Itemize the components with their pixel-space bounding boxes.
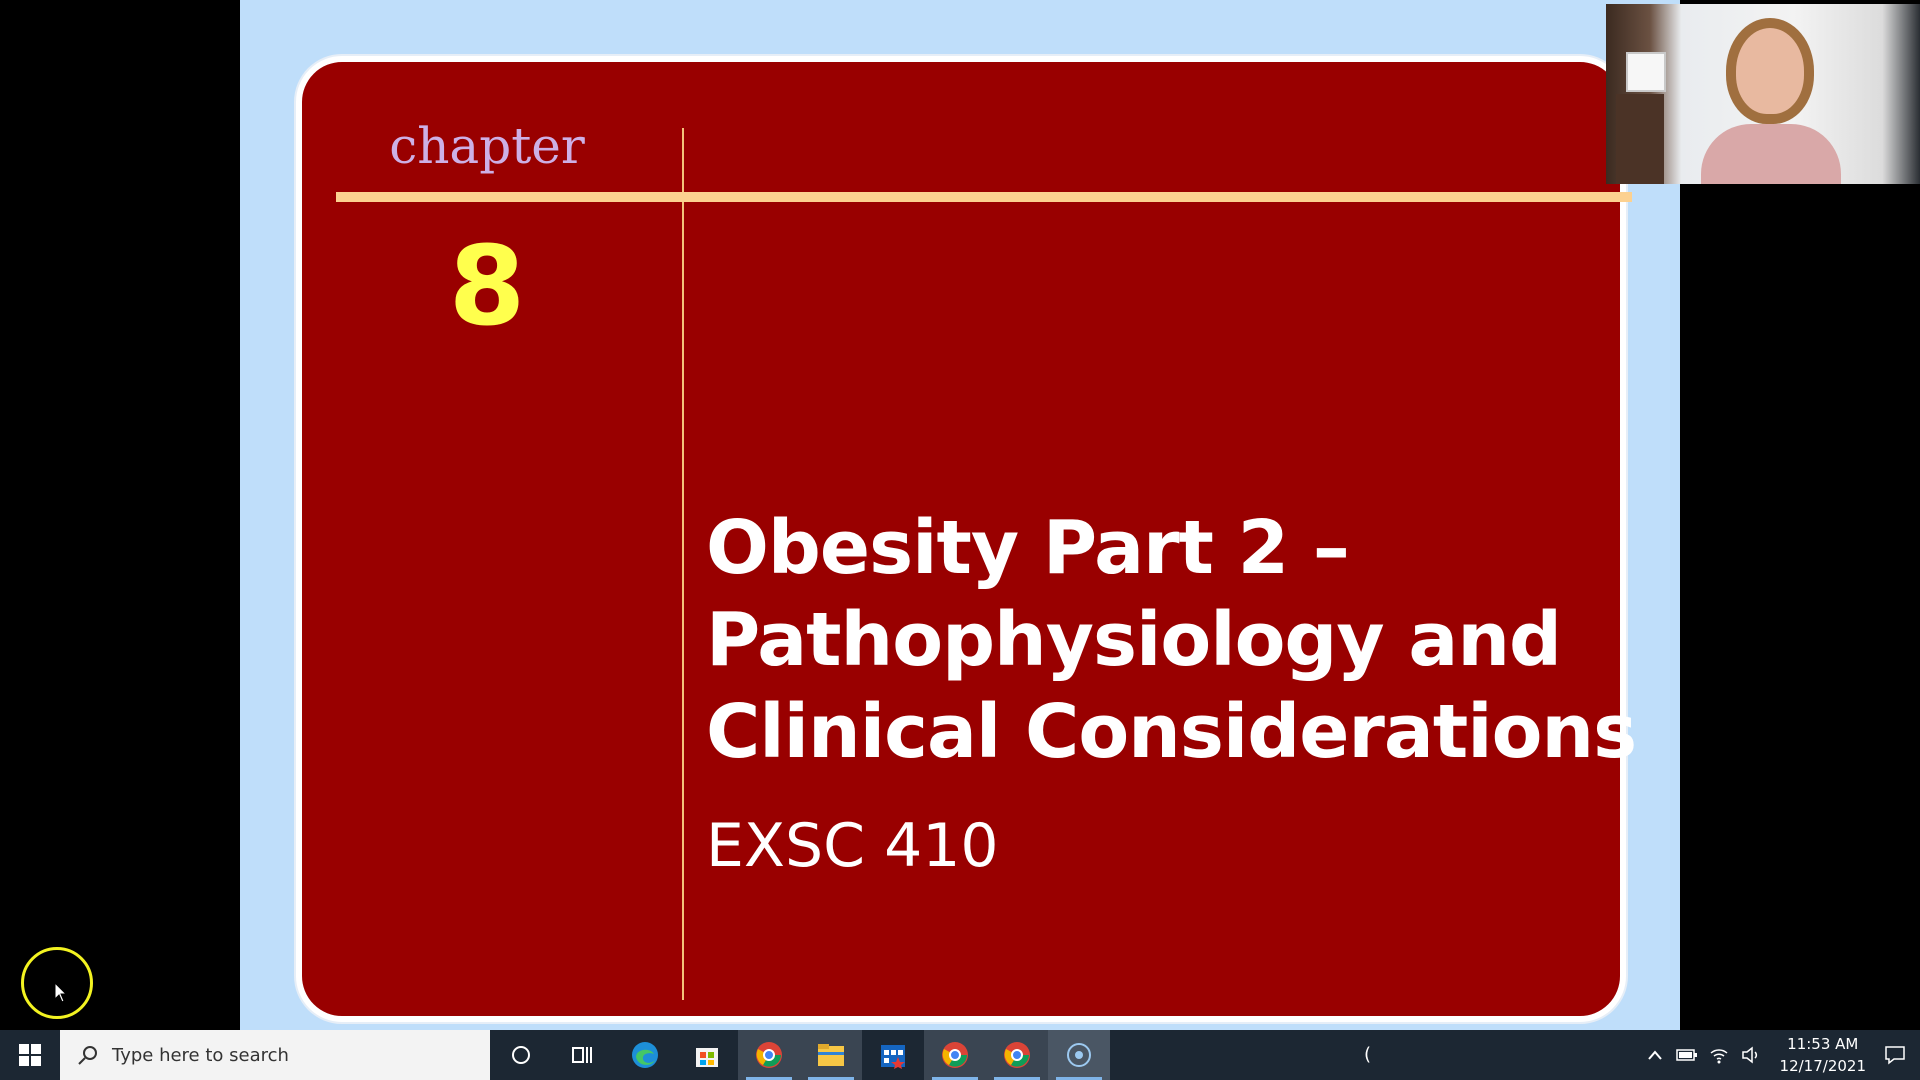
start-button[interactable] (0, 1030, 60, 1080)
search-icon (78, 1046, 97, 1065)
slide-title-line-2: Pathophysiology and (706, 597, 1562, 683)
store-button[interactable] (676, 1030, 738, 1080)
webcam-person-body (1701, 124, 1841, 184)
calendar-app-icon (881, 1045, 905, 1069)
mouse-cursor-icon (54, 982, 68, 1003)
file-explorer-button[interactable] (800, 1030, 862, 1080)
taskbar-clock[interactable]: 11:53 AM 12/17/2021 (1780, 1033, 1866, 1077)
cortana-icon (512, 1046, 530, 1064)
webcam-shelf (1616, 94, 1664, 184)
desktop-screen: chapter 8 Obesity Part 2 – Pathophysiolo… (0, 0, 1920, 1030)
battery-button[interactable] (1675, 1044, 1698, 1066)
system-tray: 11:53 AM 12/17/2021 (1644, 1030, 1920, 1080)
file-explorer-icon (818, 1044, 844, 1066)
edge-icon (632, 1042, 658, 1068)
action-center-button[interactable] (1884, 1044, 1906, 1066)
chrome-profile-3-icon (1004, 1042, 1030, 1068)
task-view-icon (572, 1047, 592, 1063)
taskbar-stray-glyph: ( (1364, 1044, 1372, 1065)
chevron-up-icon (1647, 1050, 1662, 1060)
cortana-button[interactable] (490, 1030, 552, 1080)
speaker-icon (1741, 1046, 1757, 1064)
search-placeholder: Type here to search (112, 1044, 289, 1066)
webcam-wall-picture (1626, 52, 1666, 92)
chrome-button[interactable] (738, 1030, 800, 1080)
recording-app-button[interactable] (1048, 1030, 1110, 1080)
notification-icon (1885, 1046, 1905, 1065)
edge-button[interactable] (614, 1030, 676, 1080)
wifi-icon (1710, 1049, 1728, 1064)
chrome-profile-2-button[interactable] (924, 1030, 986, 1080)
battery-icon (1675, 1049, 1697, 1061)
chrome-icon (756, 1042, 782, 1068)
recording-app-icon (1067, 1043, 1091, 1067)
slide-title-block: Obesity Part 2 – Pathophysiology and Cli… (706, 502, 1637, 886)
chrome-profile-2-icon (942, 1042, 968, 1068)
presenter-webcam[interactable] (1606, 4, 1920, 184)
chapter-number: 8 (448, 222, 526, 350)
horizontal-divider (336, 192, 1632, 202)
slide-title-line-1: Obesity Part 2 – (706, 505, 1350, 591)
windows-logo-icon (19, 1044, 41, 1066)
clock-time: 11:53 AM (1787, 1035, 1859, 1053)
slide-subtitle: EXSC 410 (706, 811, 999, 881)
slide-title-line-3: Clinical Considerations (706, 689, 1637, 775)
taskbar-search-box[interactable]: Type here to search (60, 1030, 490, 1080)
store-icon (696, 1048, 718, 1067)
chapter-label: chapter (389, 117, 585, 175)
vertical-divider (682, 128, 684, 1000)
title-slide: chapter 8 Obesity Part 2 – Pathophysiolo… (296, 56, 1637, 1022)
chrome-profile-3-button[interactable] (986, 1030, 1048, 1080)
show-hidden-icons-button[interactable] (1644, 1044, 1666, 1066)
network-button[interactable] (1708, 1044, 1730, 1066)
calendar-app-button[interactable] (862, 1030, 924, 1080)
webcam-person-head (1736, 28, 1804, 114)
clock-date: 12/17/2021 (1779, 1057, 1866, 1075)
volume-button[interactable] (1740, 1044, 1762, 1066)
presentation-canvas: chapter 8 Obesity Part 2 – Pathophysiolo… (240, 0, 1680, 1030)
task-view-button[interactable] (552, 1030, 614, 1080)
windows-taskbar: Type here to search 11:53 AM 12/17/2021 (0, 1030, 1920, 1080)
